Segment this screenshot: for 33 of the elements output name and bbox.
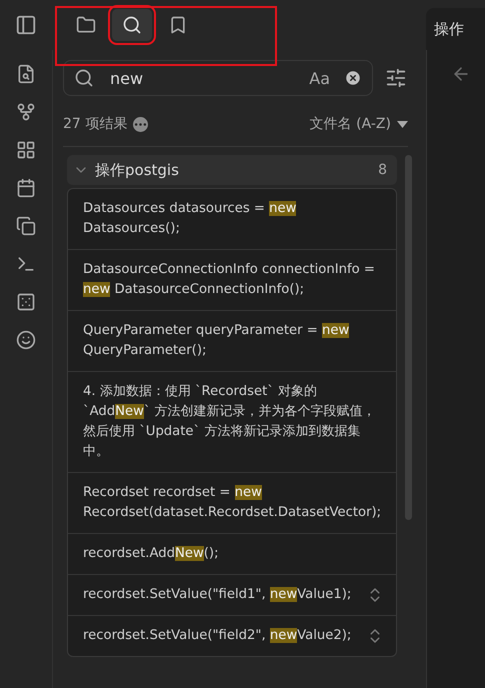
match-count: 8: [378, 162, 387, 178]
clear-icon[interactable]: [344, 69, 362, 87]
result-group-header[interactable]: 操作postgis 8: [67, 155, 397, 185]
result-count: 27 项结果: [63, 115, 128, 133]
copy-icon[interactable]: [16, 216, 36, 236]
grid-icon[interactable]: [16, 140, 36, 160]
smile-icon[interactable]: [16, 330, 36, 350]
file-name: 操作postgis: [95, 160, 180, 180]
match-text[interactable]: Datasources datasources = new Datasources();: [83, 199, 384, 239]
match-text[interactable]: 4. 添加数据：使用 `Recordset` 对象的 `AddNew` 方法创建新记录，并为各个字段赋值，然后使用 `Update` 方法将新记录添加到数据集中。: [83, 382, 384, 462]
sidebar-toggle-icon[interactable]: [15, 14, 37, 36]
sidebar-tab[interactable]: [112, 9, 152, 41]
editor-tab[interactable]: 操作: [426, 8, 485, 50]
dice-icon[interactable]: [16, 292, 36, 312]
more-icon[interactable]: [133, 116, 148, 132]
scrollbar[interactable]: [405, 155, 412, 520]
match-case-toggle[interactable]: Aa: [309, 68, 330, 88]
match-text[interactable]: recordset.SetValue("field2", newValue2);: [83, 626, 366, 646]
caret-icon: [397, 120, 408, 128]
filter-icon[interactable]: [385, 67, 407, 89]
search-icon: [122, 15, 142, 35]
search-icon: [74, 68, 94, 88]
folder-icon: [76, 15, 96, 35]
file-search-icon[interactable]: [16, 64, 36, 84]
match-text[interactable]: Recordset recordset = new Recordset(dataset.Recordset.DatasetVector);: [83, 483, 384, 523]
match-text[interactable]: QueryParameter queryParameter = new QueryParameter();: [83, 321, 384, 361]
graph-icon[interactable]: [16, 102, 36, 122]
calendar-icon[interactable]: [16, 178, 36, 198]
match-text[interactable]: recordset.AddNew();: [83, 544, 384, 564]
match-text[interactable]: recordset.SetValue("field1", newValue1);: [83, 585, 366, 605]
match-text[interactable]: DatasourceConnectionInfo connectionInfo = new DatasourceConnectionInfo();: [83, 260, 384, 300]
search-field[interactable]: new Aa: [63, 60, 373, 96]
sort-dropdown[interactable]: 文件名 (A-Z): [310, 115, 408, 133]
